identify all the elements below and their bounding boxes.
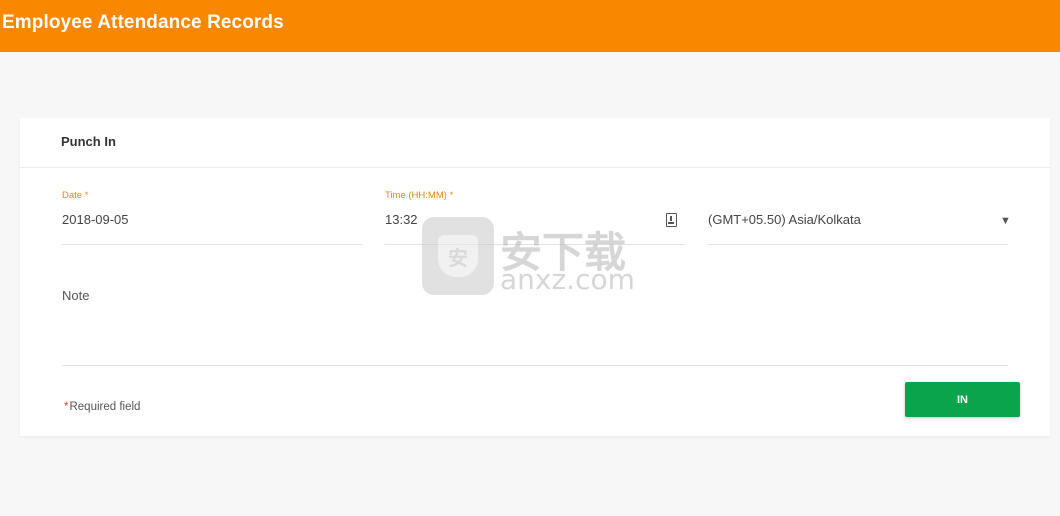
timezone-value[interactable]: (GMT+05.50) Asia/Kolkata	[708, 212, 861, 227]
card-heading: Punch In	[61, 134, 116, 149]
time-label: Time (HH:MM) *	[385, 190, 454, 201]
watermark-en-text: anxz.com	[500, 263, 635, 296]
timezone-underline	[708, 244, 1008, 245]
app-header: Employee Attendance Records	[0, 0, 1060, 52]
chevron-down-icon[interactable]: ▼	[1000, 215, 1011, 227]
shield-icon: 安	[422, 217, 494, 295]
date-label: Date *	[62, 190, 89, 201]
card-header: Punch In	[20, 118, 1050, 168]
date-underline	[62, 244, 362, 245]
clock-icon[interactable]	[666, 213, 677, 227]
time-input[interactable]: 13:32	[385, 212, 418, 227]
note-underline	[62, 365, 1008, 366]
date-input[interactable]: 2018-09-05	[62, 212, 129, 227]
note-label: Note	[62, 288, 90, 303]
required-field-note: *Required field	[64, 401, 141, 413]
date-field[interactable]: Date * 2018-09-05	[62, 190, 362, 246]
punch-in-button[interactable]: IN	[905, 382, 1020, 417]
timezone-select[interactable]: (GMT+05.50) Asia/Kolkata ▼	[708, 190, 1011, 246]
page-title: Employee Attendance Records	[2, 12, 284, 33]
watermark: 安 安下载 anxz.com	[420, 215, 640, 300]
